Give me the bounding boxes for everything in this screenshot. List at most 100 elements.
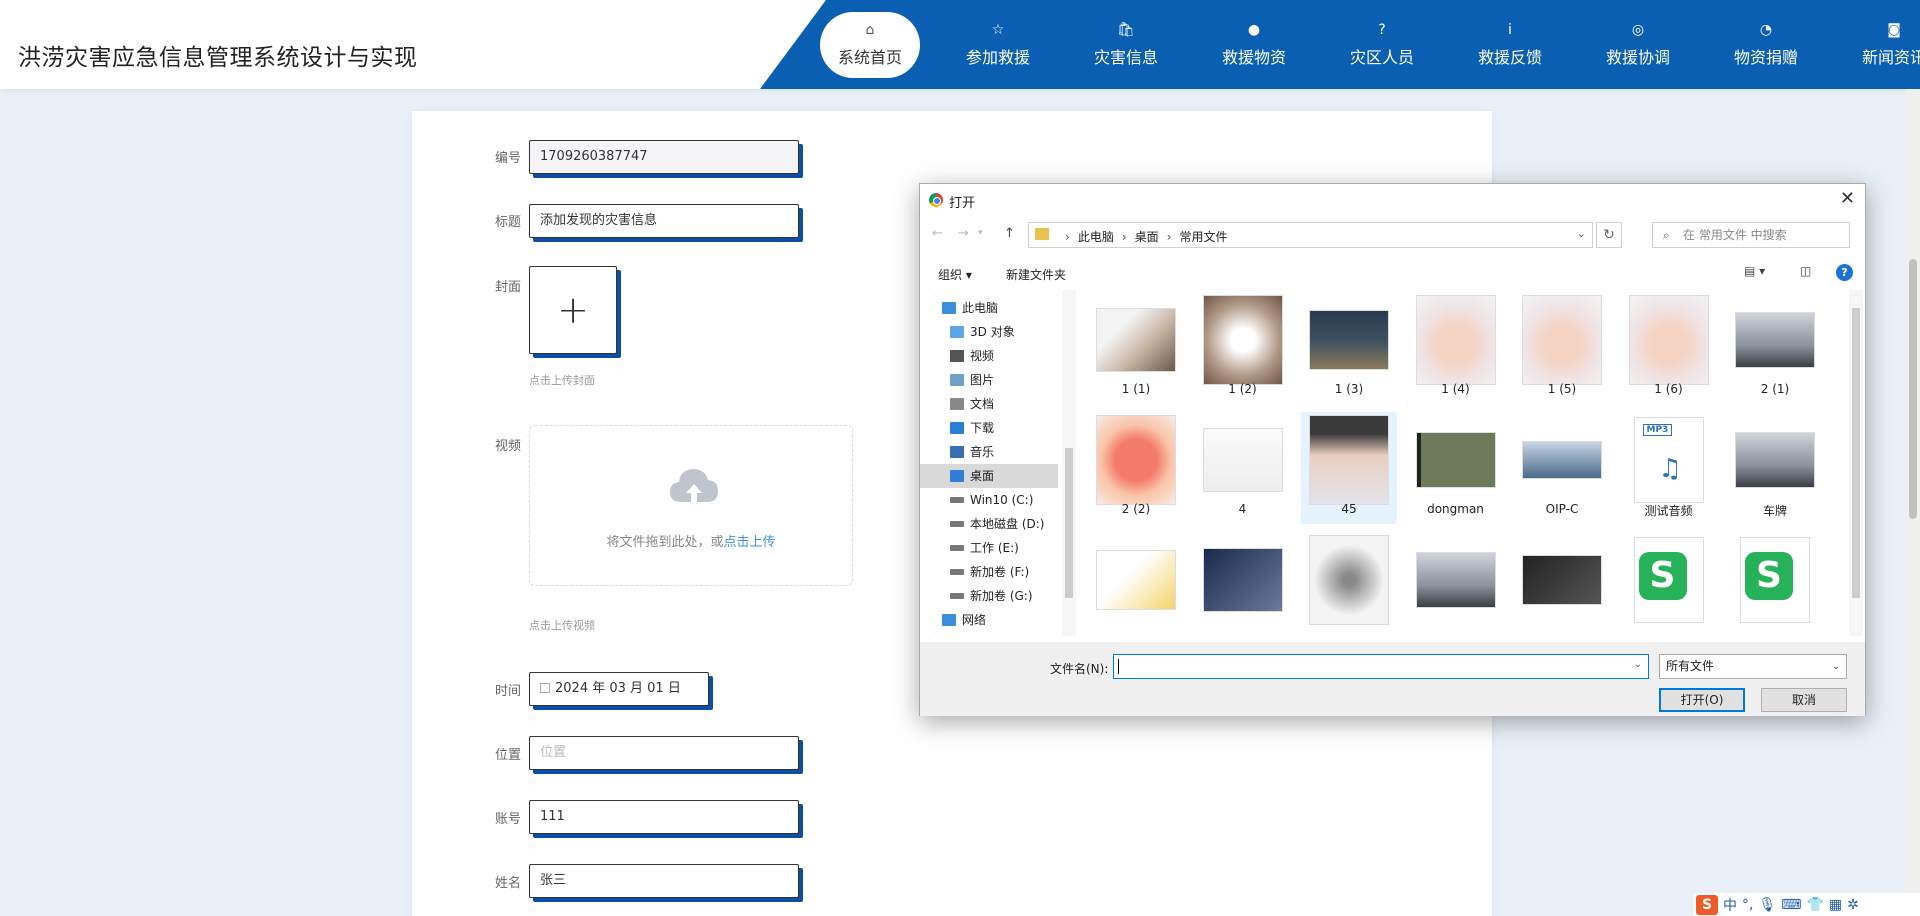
refresh-icon[interactable]: ↻ xyxy=(1596,222,1622,248)
back-arrow-icon[interactable]: ← xyxy=(932,226,943,241)
tree-item[interactable]: 视频 xyxy=(920,344,1058,368)
tree-item[interactable]: 桌面 xyxy=(920,464,1058,488)
nav-item-4[interactable]: ? 灾区人员 xyxy=(1318,12,1446,78)
page-scrollbar-thumb[interactable] xyxy=(1909,259,1917,519)
filetype-select[interactable]: 所有文件 ⌄ xyxy=(1659,654,1847,679)
tree-item[interactable]: 本地磁盘 (D:) xyxy=(920,512,1058,536)
address-bar[interactable]: › 此电脑 › 桌面 › 常用文件 ⌄ xyxy=(1028,222,1593,248)
title-field[interactable]: 添加发现的灾害信息 xyxy=(529,204,799,238)
tree-scrollbar[interactable] xyxy=(1062,290,1076,636)
nav-item-0[interactable]: ⌂ 系统首页 xyxy=(820,12,920,78)
help-icon[interactable]: ? xyxy=(1836,264,1853,281)
nav-item-8[interactable]: ◙ 新闻资讯 xyxy=(1830,12,1920,78)
files-scrollbar-thumb[interactable] xyxy=(1852,308,1860,598)
tree-item[interactable]: 此电脑 xyxy=(920,296,1058,320)
chevron-down-icon[interactable]: ⌄ xyxy=(1634,659,1642,670)
file-item[interactable]: S xyxy=(1621,532,1717,636)
file-item[interactable]: 2 (2) xyxy=(1088,412,1184,524)
account-field[interactable]: 111 xyxy=(529,800,799,834)
nav-item-3[interactable]: ● 救援物资 xyxy=(1190,12,1318,78)
dialog-titlebar[interactable]: 打开 ✕ xyxy=(920,184,1865,216)
file-item[interactable]: 1 (6) xyxy=(1621,292,1717,404)
view-options-icon[interactable]: ▤ ▾ xyxy=(1744,264,1765,278)
nav-item-6[interactable]: ◎ 救援协调 xyxy=(1574,12,1702,78)
punctuation-icon[interactable]: °, xyxy=(1742,897,1753,913)
file-item[interactable]: 1 (2) xyxy=(1195,292,1291,404)
language-indicator[interactable]: 中 xyxy=(1723,895,1737,915)
tree-item[interactable]: 图片 xyxy=(920,368,1058,392)
name-field[interactable]: 张三 xyxy=(529,864,799,898)
video-drop-zone[interactable]: 将文件拖到此处，或点击上传 xyxy=(529,425,853,586)
tree-item[interactable]: 网络 xyxy=(920,608,1058,632)
file-item[interactable]: dongman xyxy=(1408,412,1504,524)
tree-item[interactable]: 下载 xyxy=(920,416,1058,440)
tree-item[interactable]: 新加卷 (F:) xyxy=(920,560,1058,584)
file-item[interactable]: 1 (5) xyxy=(1514,292,1610,404)
cover-label: 封面 xyxy=(494,280,521,295)
house-image xyxy=(1309,310,1389,370)
file-item[interactable]: 4 xyxy=(1195,412,1291,524)
file-item[interactable]: OIP-C xyxy=(1514,412,1610,524)
files-scrollbar[interactable] xyxy=(1849,290,1863,636)
cover-upload-button[interactable]: + xyxy=(529,266,617,354)
tree-item[interactable]: 文档 xyxy=(920,392,1058,416)
tree-item[interactable]: 工作 (E:) xyxy=(920,536,1058,560)
skin-icon[interactable]: 👕 xyxy=(1806,897,1823,913)
page-scrollbar[interactable] xyxy=(1906,89,1920,916)
nav-item-7[interactable]: ◔ 物资捐赠 xyxy=(1702,12,1830,78)
computer-icon xyxy=(942,302,956,314)
open-button[interactable]: 打开(O) xyxy=(1659,688,1745,712)
file-item[interactable]: 车牌 xyxy=(1727,412,1823,524)
tree-item[interactable]: 3D 对象 xyxy=(920,320,1058,344)
file-open-dialog: 打开 ✕ ← → ▾ ↑ › 此电脑 › 桌面 › 常用文件 ⌄ ↻ ⌕ 在 常用文件 中搜… xyxy=(919,183,1866,716)
file-item[interactable]: 2 (1) xyxy=(1727,292,1823,404)
file-thumbnail xyxy=(1309,415,1389,505)
keyboard-icon[interactable]: ⌨ xyxy=(1781,897,1801,913)
file-item[interactable] xyxy=(1088,532,1184,636)
settings-icon[interactable]: ✲ xyxy=(1847,897,1859,913)
tree-item[interactable]: 音乐 xyxy=(920,440,1058,464)
file-item[interactable]: MP3 ♫ 测试音频 xyxy=(1621,412,1717,524)
tree-scrollbar-thumb[interactable] xyxy=(1065,448,1073,598)
breadcrumb-item[interactable]: 此电脑 xyxy=(1078,230,1114,244)
up-arrow-icon[interactable]: ↑ xyxy=(1004,226,1015,241)
file-item[interactable]: 1 (4) xyxy=(1408,292,1504,404)
file-thumbnail xyxy=(1415,295,1496,385)
time-field[interactable]: 2024 年 03 月 01 日 xyxy=(529,672,709,706)
breadcrumb-item[interactable]: 桌面 xyxy=(1135,230,1159,244)
file-item[interactable]: S xyxy=(1727,532,1823,636)
recent-dropdown-icon[interactable]: ▾ xyxy=(978,228,983,238)
video-upload-link[interactable]: 点击上传 xyxy=(724,535,776,550)
id-field[interactable]: 1709260387747 xyxy=(529,140,799,174)
cancel-button[interactable]: 取消 xyxy=(1761,688,1847,712)
location-field[interactable]: 位置 xyxy=(529,736,799,770)
file-item[interactable] xyxy=(1195,532,1291,636)
tree-item[interactable]: Win10 (C:) xyxy=(920,488,1058,512)
file-thumbnail xyxy=(1415,540,1496,620)
tree-item[interactable]: 新加卷 (G:) xyxy=(920,584,1058,608)
file-name: 1 (1) xyxy=(1121,382,1151,396)
download-icon xyxy=(950,422,964,434)
baby-image xyxy=(1522,295,1602,385)
organize-button[interactable]: 组织 ▾ xyxy=(938,266,972,283)
nav-item-1[interactable]: ☆ 参加救援 xyxy=(934,12,1062,78)
file-item[interactable] xyxy=(1408,532,1504,636)
forward-arrow-icon[interactable]: → xyxy=(958,226,969,241)
grid-icon[interactable]: ▦ xyxy=(1829,897,1842,913)
file-item[interactable]: 1 (3) xyxy=(1301,292,1397,404)
new-folder-button[interactable]: 新建文件夹 xyxy=(1006,266,1066,283)
nav-item-2[interactable]: 🛍 灾害信息 xyxy=(1062,12,1190,78)
file-item[interactable]: 45 xyxy=(1301,412,1397,524)
breadcrumb-item[interactable]: 常用文件 xyxy=(1179,230,1227,244)
ime-toolbar[interactable]: S 中 °, 🎙 ⌨ 👕 ▦ ✲ xyxy=(1694,893,1920,916)
nav-item-5[interactable]: i 救援反馈 xyxy=(1446,12,1574,78)
chevron-down-icon[interactable]: ⌄ xyxy=(1577,227,1586,240)
preview-pane-icon[interactable]: ◫ xyxy=(1800,264,1811,278)
file-item[interactable]: 1 (1) xyxy=(1088,292,1184,404)
search-input[interactable]: ⌕ 在 常用文件 中搜索 xyxy=(1652,222,1850,248)
microphone-icon[interactable]: 🎙 xyxy=(1758,897,1776,913)
file-item[interactable] xyxy=(1514,532,1610,636)
filename-input[interactable]: ⌄ xyxy=(1113,654,1649,679)
file-item[interactable] xyxy=(1301,532,1397,636)
close-icon[interactable]: ✕ xyxy=(1840,188,1855,209)
